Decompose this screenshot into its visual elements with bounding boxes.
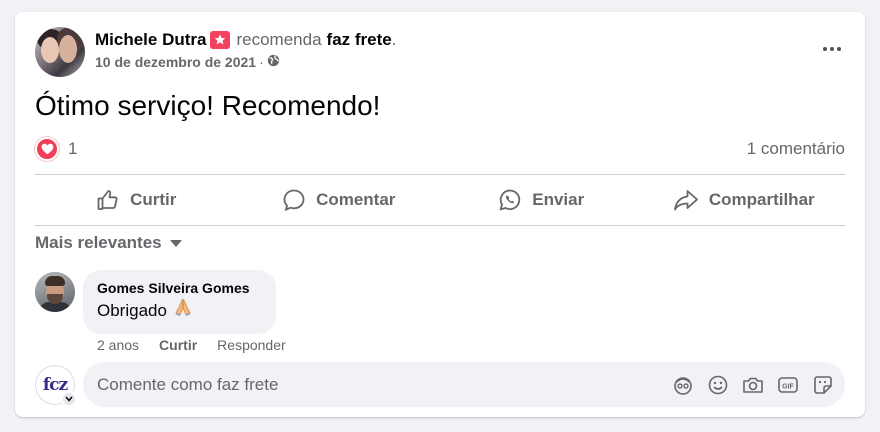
author-avatar[interactable] bbox=[35, 27, 85, 77]
like-icon bbox=[97, 190, 118, 210]
comment-text: Obrigado bbox=[97, 300, 167, 320]
camera-icon[interactable] bbox=[741, 373, 765, 397]
post-date[interactable]: 10 de dezembro de 2021 bbox=[95, 54, 256, 70]
comment-button[interactable]: Comentar bbox=[238, 175, 441, 225]
like-label: Curtir bbox=[130, 190, 177, 209]
date-separator: · bbox=[259, 54, 264, 70]
share-button[interactable]: Compartilhar bbox=[643, 175, 846, 225]
reaction-count: 1 bbox=[68, 139, 78, 158]
send-button[interactable]: Enviar bbox=[440, 175, 643, 225]
svg-text:GIF: GIF bbox=[782, 384, 794, 391]
recommend-badge-icon bbox=[210, 31, 231, 49]
chevron-down-icon[interactable] bbox=[61, 391, 77, 407]
whatsapp-icon bbox=[499, 189, 521, 211]
commenter-name[interactable]: Gomes Silveira Gomes bbox=[97, 279, 262, 297]
post-text: Ótimo serviço! Recomendo! bbox=[35, 90, 381, 121]
comment-sort-dropdown[interactable]: Mais relevantes bbox=[35, 233, 182, 253]
comment-text-row: Obrigado bbox=[97, 297, 262, 324]
more-icon bbox=[822, 47, 843, 51]
commenter-avatar[interactable] bbox=[35, 272, 75, 312]
caret-down-icon bbox=[169, 239, 182, 247]
post-header: Michele Dutra recomenda faz frete. 10 de… bbox=[95, 28, 396, 70]
sticker-icon[interactable] bbox=[811, 373, 835, 397]
author-name[interactable]: Michele Dutra bbox=[95, 28, 206, 52]
gif-icon[interactable]: GIF bbox=[776, 373, 800, 397]
comment-bubble: Gomes Silveira Gomes Obrigado bbox=[83, 270, 276, 334]
sort-label: Mais relevantes bbox=[35, 233, 162, 252]
composer-tools: GIF bbox=[660, 373, 835, 397]
reaction-summary: 1 1 comentário bbox=[35, 136, 845, 162]
share-icon bbox=[673, 190, 698, 211]
globe-icon bbox=[267, 54, 280, 70]
reactions[interactable]: 1 bbox=[35, 137, 77, 161]
avatar-sticker-icon[interactable] bbox=[671, 373, 695, 397]
comment-reply-link[interactable]: Responder bbox=[217, 337, 286, 353]
comment-age[interactable]: 2 anos bbox=[97, 337, 139, 353]
action-text: recomenda bbox=[236, 30, 322, 49]
action-bar: Curtir Comentar Enviar Compartilhar bbox=[35, 175, 845, 225]
period: . bbox=[391, 30, 397, 49]
love-reaction-icon bbox=[35, 137, 59, 161]
share-label: Compartilhar bbox=[708, 190, 815, 209]
page-link[interactable]: faz frete bbox=[327, 28, 392, 52]
like-button[interactable]: Curtir bbox=[35, 175, 238, 225]
comment-icon bbox=[283, 189, 305, 212]
post-card: Michele Dutra recomenda faz frete. 10 de… bbox=[15, 12, 865, 417]
more-options-button[interactable] bbox=[817, 34, 847, 64]
comment-count[interactable]: 1 comentário bbox=[747, 139, 845, 159]
comment-meta: 2 anos Curtir Responder bbox=[97, 337, 306, 353]
pray-emoji-icon bbox=[173, 297, 193, 324]
comment-like-link[interactable]: Curtir bbox=[159, 337, 197, 353]
divider bbox=[35, 225, 845, 226]
page-avatar[interactable]: fcz bbox=[35, 365, 77, 407]
emoji-icon[interactable] bbox=[706, 373, 730, 397]
comment-label: Comentar bbox=[316, 190, 396, 209]
comment-composer: GIF bbox=[83, 362, 845, 407]
comment-input[interactable] bbox=[97, 374, 657, 395]
send-label: Enviar bbox=[532, 190, 585, 209]
